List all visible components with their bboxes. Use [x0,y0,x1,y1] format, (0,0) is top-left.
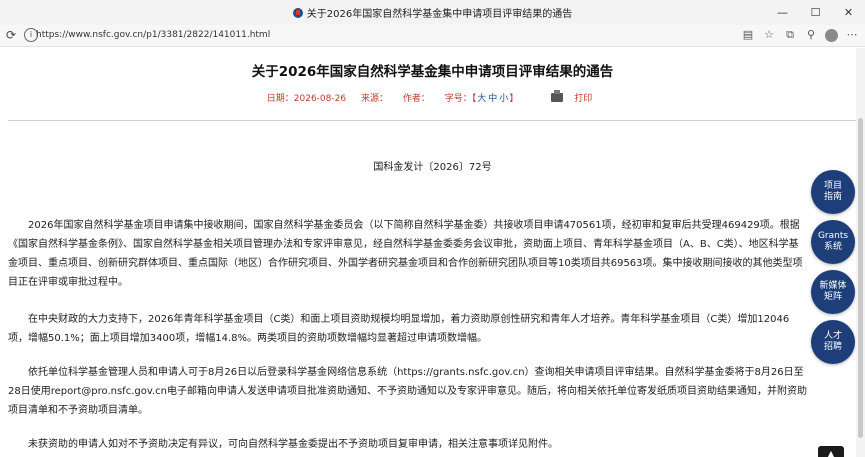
article-paragraph-3: 依托单位科学基金管理人员和申请人可于8月26日以后登录科学基金网络信息系统（ht… [8,367,807,416]
float-button-label: 新媒体 矩阵 [819,281,847,302]
minimize-button[interactable]: — [766,0,799,25]
scrollbar-thumb[interactable] [858,118,863,438]
font-size-close: 】 [509,94,519,104]
address-left-controls: ⟳ i [4,28,38,42]
float-button-label: 人才 招聘 [823,331,842,352]
article-paragraph-1: 2026年国家自然科学基金项目申请集中接收期间，国家自然科学基金委员会（以下简称… [8,220,803,288]
article-author: 作者： [402,94,430,104]
float-button-label: Grants 系统 [817,231,849,252]
print-label: 打印 [574,94,593,104]
page-title: 关于2026年国家自然科学基金集中申请项目评审结果的通告 [251,64,614,80]
site-favicon-icon [292,8,303,18]
window-controls: — ☐ ✕ [766,0,865,25]
article-date: 日期：2026-08-26 [266,94,347,104]
float-button-recruitment[interactable]: 人才 招聘 [811,320,855,364]
close-button[interactable]: ✕ [832,0,865,25]
reload-icon[interactable]: ⟳ [4,28,18,42]
collections-icon[interactable]: ⚲ [804,28,818,42]
title-divider [8,120,857,121]
float-button-label: 项目 指南 [823,181,842,202]
article-meta: 日期：2026-08-26 来源： 作者： 字号：【大中小】 打印 [0,90,865,104]
url-input[interactable]: https://www.nsfc.gov.cn/p1/3381/2822/141… [36,30,270,40]
float-button-grants-system[interactable]: Grants 系统 [811,220,855,264]
window-title: 关于2026年国家自然科学基金集中申请项目评审结果的通告 [0,5,865,20]
font-size-small-link[interactable]: 小 [499,94,508,104]
font-size-large-link[interactable]: 大 [477,94,486,104]
article-paragraph-4: 未获资助的申请人如对不予资助决定有异议，可向自然科学基金委提出不予资助项目复审申… [28,439,558,450]
printer-icon [551,90,564,102]
font-size-medium-link[interactable]: 中 [488,94,497,104]
maximize-button[interactable]: ☐ [799,0,832,25]
back-to-top-button[interactable]: ▲ [818,446,844,457]
chevron-up-icon: ▲ [827,449,835,457]
page-content: 关于2026年国家自然科学基金集中申请项目评审结果的通告 日期：2026-08-… [0,48,865,457]
more-icon[interactable]: ⋯ [845,28,859,42]
article-paragraph-2: 在中央财政的大力支持下，2026年青年科学基金项目（C类）和面上项目资助规模均明… [8,314,790,344]
font-size-label: 字号：【 [444,94,477,104]
float-button-project-guide[interactable]: 项目 指南 [811,170,855,214]
article-source: 来源： [360,94,388,104]
page-scrollbar[interactable] [856,48,865,457]
toolbar-icons: ▤ ☆ ⧉ ⚲ ⋯ [741,28,859,42]
window-title-text: 关于2026年国家自然科学基金集中申请项目评审结果的通告 [306,9,573,20]
extensions-icon[interactable]: ⧉ [783,28,797,42]
document-number: 国科金发计〔2026〕72号 [373,162,492,173]
float-button-new-media[interactable]: 新媒体 矩阵 [811,270,855,314]
address-bar: ⟳ i https://www.nsfc.gov.cn/p1/3381/2822… [0,25,865,47]
reader-icon[interactable]: ▤ [741,28,755,42]
print-button[interactable]: 打印 [551,90,598,104]
window-title-bar: 关于2026年国家自然科学基金集中申请项目评审结果的通告 — ☐ ✕ [0,0,865,25]
favorite-icon[interactable]: ☆ [762,28,776,42]
profile-icon[interactable] [825,28,838,42]
